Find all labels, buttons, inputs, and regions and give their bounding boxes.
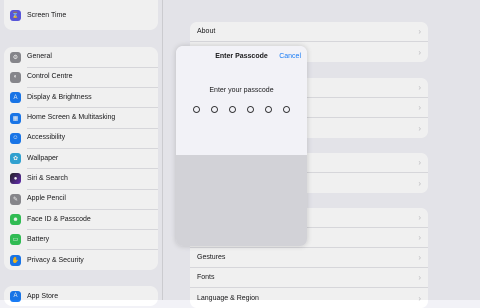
grid-icon: ▦: [10, 112, 21, 124]
sidebar-item-accessibility[interactable]: ☺ Accessibility: [4, 128, 158, 149]
sidebar-item-app-store[interactable]: A App Store: [4, 286, 158, 306]
detail-row-language-region[interactable]: Language & Region ›: [190, 288, 428, 308]
chevron-right-icon: ›: [418, 253, 421, 262]
sidebar-item-wallpaper[interactable]: ✿ Wallpaper: [4, 148, 158, 170]
sidebar-item-siri-search[interactable]: ● Siri & Search: [4, 168, 158, 190]
passcode-dot: [283, 106, 290, 113]
sidebar-item-label: General: [27, 47, 158, 68]
chevron-right-icon: ›: [418, 213, 421, 222]
sidebar-item-battery[interactable]: ▭ Battery: [4, 229, 158, 251]
gear-icon: ⚙: [10, 51, 21, 63]
cancel-button[interactable]: Cancel: [279, 53, 301, 60]
sidebar-item-label: Accessibility: [27, 128, 158, 149]
passcode-dot: [193, 106, 200, 113]
sidebar-group-0: ⌛ Screen Time: [4, 0, 158, 30]
battery-icon: ▭: [10, 234, 21, 246]
chevron-right-icon: ›: [418, 178, 421, 188]
sidebar-item-general[interactable]: ⚙ General: [4, 47, 158, 68]
faceid-icon: ☻: [10, 214, 21, 226]
detail-row-gestures[interactable]: Gestures ›: [190, 248, 428, 268]
sidebar-item-label: Home Screen & Multitasking: [27, 107, 158, 129]
chevron-right-icon: ›: [418, 233, 421, 242]
passcode-sheet-header-area: [176, 46, 307, 155]
aa-icon: A: [10, 92, 21, 104]
sidebar-item-display-brightness[interactable]: A Display & Brightness: [4, 87, 158, 109]
sidebar-item-label: Control Centre: [27, 67, 158, 89]
passcode-dot: [211, 106, 218, 113]
flower-icon: ✿: [10, 153, 21, 165]
chevron-right-icon: ›: [418, 27, 421, 36]
sidebar-item-control-centre[interactable]: ◐ Control Centre: [4, 67, 158, 89]
sidebar-item-label: Display & Brightness: [27, 87, 158, 109]
passcode-dot: [265, 106, 272, 113]
chevron-right-icon: ›: [418, 158, 421, 167]
chevron-right-icon: ›: [418, 47, 421, 57]
passcode-keypad-area[interactable]: [176, 155, 307, 246]
siri-icon: ●: [10, 173, 21, 185]
sidebar: ⌛ Screen Time ⚙ General ◐ Control Centre…: [0, 0, 163, 307]
detail-row-fonts[interactable]: Fonts ›: [190, 268, 428, 288]
detail-row-label: Fonts: [197, 274, 215, 281]
passcode-sheet: Enter Passcode Cancel Enter your passcod…: [176, 46, 307, 246]
passcode-dot: [229, 106, 236, 113]
sidebar-item-label: Wallpaper: [27, 148, 158, 170]
detail-row-label: Language & Region: [197, 294, 259, 302]
detail-row-label: Gestures: [197, 254, 226, 261]
sidebar-group-1: ⚙ General ◐ Control Centre A Display & B…: [4, 47, 158, 271]
switches-icon: ◐: [10, 71, 21, 83]
sidebar-item-label: Siri & Search: [27, 168, 158, 190]
sidebar-item-privacy[interactable]: ✋ Privacy & Security: [4, 250, 158, 270]
sidebar-item-label: Privacy & Security: [27, 256, 84, 264]
chevron-right-icon: ›: [418, 123, 421, 133]
sidebar-item-label: Apple Pencil: [27, 189, 158, 210]
passcode-dots: [193, 106, 290, 113]
detail-row-about[interactable]: About ›: [190, 22, 428, 42]
hand-icon: ✋: [10, 254, 21, 266]
sidebar-item-apple-pencil[interactable]: ✎ Apple Pencil: [4, 189, 158, 210]
sidebar-item-label: App Store: [27, 292, 59, 300]
chevron-right-icon: ›: [418, 273, 421, 282]
sidebar-item-screen-time[interactable]: ⌛ Screen Time: [4, 0, 158, 30]
hourglass-icon: ⌛: [10, 9, 21, 21]
accessibility-icon: ☺: [10, 132, 21, 144]
passcode-dot: [247, 106, 254, 113]
detail-row-label: About: [197, 28, 216, 35]
sidebar-group-2: A App Store: [4, 286, 158, 307]
sidebar-item-face-id[interactable]: ☻ Face ID & Passcode: [4, 209, 158, 231]
chevron-right-icon: ›: [418, 103, 421, 112]
passcode-prompt: Enter your passcode: [209, 87, 274, 94]
chevron-right-icon: ›: [418, 83, 421, 92]
pencil-icon: ✎: [10, 193, 21, 205]
chevron-right-icon: ›: [418, 293, 421, 303]
sidebar-item-home-screen[interactable]: ▦ Home Screen & Multitasking: [4, 107, 158, 129]
sidebar-item-label: Screen Time: [27, 11, 67, 19]
sidebar-item-label: Battery: [27, 229, 158, 251]
sidebar-item-label: Face ID & Passcode: [27, 209, 158, 231]
